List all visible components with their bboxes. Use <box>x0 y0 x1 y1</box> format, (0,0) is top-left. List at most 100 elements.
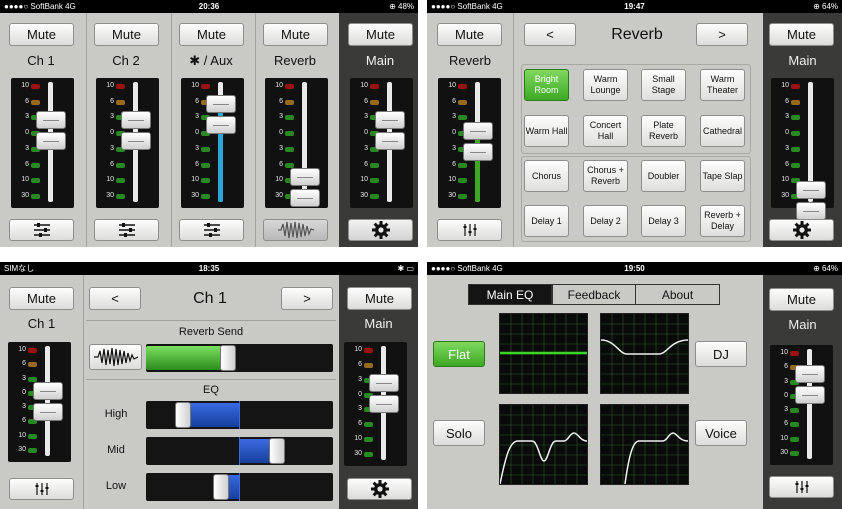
fader-thumb[interactable] <box>463 143 493 161</box>
preset-button[interactable]: Delay 1 <box>524 205 569 237</box>
preset-button[interactable]: Cathedral <box>700 115 745 147</box>
panel-reverb-presets: ●●●●○ SoftBank 4G 19:47 ⊕ 64% Mute Rever… <box>427 0 842 247</box>
prev-button[interactable]: < <box>524 23 576 46</box>
eq-band-slider[interactable] <box>146 437 333 465</box>
fader-thumb[interactable] <box>375 111 405 129</box>
preset-button[interactable]: Small Stage <box>641 69 686 101</box>
preset-flat-button[interactable]: Flat <box>433 341 485 367</box>
meter-tick-label: 10 <box>191 82 199 89</box>
strip-settings-button[interactable] <box>179 219 244 241</box>
preset-button[interactable]: Delay 2 <box>583 205 628 237</box>
fader-thumb[interactable] <box>369 395 399 413</box>
tab-about[interactable]: About <box>635 284 720 305</box>
meter-tick-label: 3 <box>358 375 362 383</box>
meter-led <box>370 84 379 89</box>
fader-thumb[interactable] <box>206 95 236 113</box>
settings-button[interactable] <box>347 478 412 500</box>
next-button[interactable]: > <box>696 23 748 46</box>
strip-label: Ch 1 <box>27 53 55 68</box>
page-title: Reverb <box>611 26 663 43</box>
fader-thumb[interactable] <box>796 181 826 199</box>
preset-button[interactable]: Reverb + Delay <box>700 205 745 237</box>
reverb-send-thumb[interactable] <box>220 345 237 371</box>
meter-tick-label: 10 <box>354 346 362 353</box>
fader-view-button[interactable] <box>437 219 502 241</box>
preset-button[interactable]: Delay 3 <box>641 205 686 237</box>
eq-center-line <box>239 437 240 465</box>
fader-thumb[interactable] <box>796 202 826 220</box>
preset-button[interactable]: Doubler <box>641 160 686 192</box>
fader-thumb[interactable] <box>121 132 151 150</box>
fader-thumb[interactable] <box>795 386 825 404</box>
preset-solo-button[interactable]: Solo <box>433 420 485 446</box>
strip-settings-button[interactable] <box>94 219 159 241</box>
fader-thumb[interactable] <box>33 382 63 400</box>
tab-main-eq[interactable]: Main EQ <box>468 284 552 305</box>
preset-button[interactable]: Warm Hall <box>524 115 569 147</box>
mute-button-main[interactable]: Mute <box>347 287 412 310</box>
fader-view-button[interactable] <box>9 478 74 500</box>
mute-button[interactable]: Mute <box>263 23 328 46</box>
meter-led <box>201 194 210 199</box>
preset-button[interactable]: Plate Reverb <box>641 115 686 147</box>
mute-button-main[interactable]: Mute <box>769 288 834 311</box>
mute-button[interactable]: Mute <box>348 23 413 46</box>
meter-led <box>791 115 800 121</box>
eq-curve-dj[interactable] <box>600 313 689 394</box>
meter-tick-label: 0 <box>25 129 29 137</box>
eq-band-slider[interactable] <box>146 473 333 501</box>
reverb-send-toggle[interactable] <box>89 344 142 370</box>
fader-thumb[interactable] <box>36 111 66 129</box>
meter-tick-label: 6 <box>784 420 788 428</box>
fader-thumb[interactable] <box>463 122 493 140</box>
meter-led <box>201 162 210 168</box>
fader-view-button[interactable] <box>769 476 834 498</box>
status-battery: ⊕ 64% <box>813 2 838 11</box>
mute-button-ch1[interactable]: Mute <box>9 287 74 310</box>
eq-band-thumb[interactable] <box>212 474 229 500</box>
strip-settings-button[interactable] <box>9 219 74 241</box>
eq-curve-flat[interactable] <box>499 313 588 394</box>
fader-thumb[interactable] <box>290 189 320 207</box>
fader-thumb[interactable] <box>33 403 63 421</box>
next-button[interactable]: > <box>281 287 333 310</box>
fader-thumb[interactable] <box>121 111 151 129</box>
fader-thumb[interactable] <box>36 132 66 150</box>
preset-button[interactable]: Tape Slap <box>700 160 745 192</box>
settings-button[interactable] <box>769 219 834 241</box>
strip-settings-button[interactable] <box>348 219 413 241</box>
eq-curve-voice[interactable] <box>600 404 689 485</box>
preset-button[interactable]: Concert Hall <box>583 115 628 147</box>
preset-button[interactable]: Warm Theater <box>700 69 745 101</box>
preset-dj-button[interactable]: DJ <box>695 341 747 367</box>
gear-icon <box>370 480 389 498</box>
preset-button[interactable]: Warm Lounge <box>583 69 628 101</box>
eq-band-thumb[interactable] <box>175 402 192 428</box>
meter-led <box>370 99 379 105</box>
mute-button-main[interactable]: Mute <box>769 23 834 46</box>
preset-voice-button[interactable]: Voice <box>695 420 747 446</box>
eq-band-thumb[interactable] <box>268 438 285 464</box>
preset-button[interactable]: Chorus <box>524 160 569 192</box>
meter-led <box>31 162 40 168</box>
tab-feedback[interactable]: Feedback <box>552 284 636 305</box>
fader-thumb[interactable] <box>369 374 399 392</box>
fader-thumb[interactable] <box>290 168 320 186</box>
fader-thumb[interactable] <box>795 365 825 383</box>
meter-tick-label: 30 <box>275 192 283 199</box>
eq-graph-voice <box>601 405 689 485</box>
eq-curve-solo[interactable] <box>499 404 588 485</box>
prev-button[interactable]: < <box>89 287 141 310</box>
fader-thumb[interactable] <box>206 116 236 134</box>
strip-settings-button[interactable] <box>263 219 328 241</box>
mute-button[interactable]: Mute <box>94 23 159 46</box>
eq-band-slider[interactable] <box>146 401 333 429</box>
preset-button[interactable]: Chorus + Reverb <box>583 160 628 192</box>
mute-button[interactable]: Mute <box>179 23 244 46</box>
reverb-send-slider[interactable] <box>146 344 333 372</box>
fader-thumb[interactable] <box>375 132 405 150</box>
preset-button[interactable]: Bright Room <box>524 69 569 101</box>
mute-button[interactable]: Mute <box>9 23 74 46</box>
meter-tick-label: 3 <box>279 113 283 121</box>
mute-button-reverb[interactable]: Mute <box>437 23 502 46</box>
